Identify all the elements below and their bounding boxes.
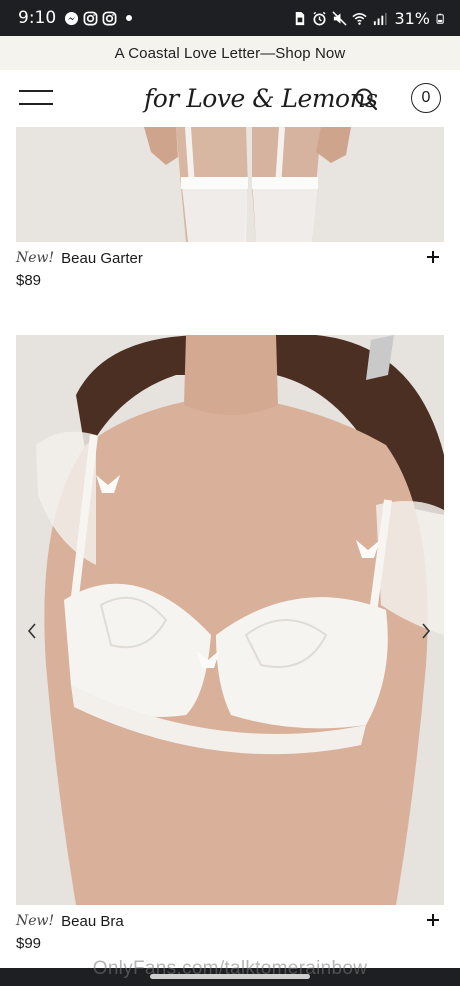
garter-photo: [16, 127, 444, 242]
instagram-icon: [83, 11, 98, 25]
alarm-icon: [313, 11, 326, 25]
instagram-icon: [102, 11, 117, 25]
product-title-row: New! Beau Garter: [16, 248, 444, 268]
new-badge: New!: [16, 250, 55, 266]
product-image-beau-bra[interactable]: [16, 335, 444, 905]
carousel-next-icon[interactable]: [418, 620, 434, 642]
brand-logo-text[interactable]: for Love & Lemons: [144, 84, 378, 113]
product-name[interactable]: Beau Bra: [61, 913, 124, 930]
signal-icon: [374, 12, 387, 25]
menu-icon[interactable]: [19, 90, 53, 106]
carousel-prev-icon[interactable]: [24, 620, 40, 642]
battery-icon: [436, 13, 444, 24]
sim-icon: [296, 11, 305, 25]
product-image-beau-garter[interactable]: [16, 127, 444, 242]
promo-banner[interactable]: A Coastal Love Letter—Shop Now: [0, 36, 460, 70]
watermark: OnlyFans.com/talktomerainbow: [92, 958, 368, 979]
add-to-bag-plus-icon[interactable]: [424, 248, 442, 266]
add-to-bag-plus-icon[interactable]: [424, 911, 442, 929]
cart-button[interactable]: 0: [411, 83, 441, 113]
mute-icon: [332, 10, 348, 26]
cart-count[interactable]: 0: [422, 89, 431, 107]
site-header: for Love & Lemons 0: [0, 70, 460, 127]
wifi-icon: [352, 12, 367, 25]
status-bar: 9:10 31%: [0, 0, 460, 36]
battery-percent: 31%: [394, 8, 430, 28]
bra-photo: [16, 335, 444, 905]
search-icon[interactable]: [353, 86, 379, 112]
messenger-icon: [65, 11, 79, 25]
product-name[interactable]: Beau Garter: [61, 250, 143, 267]
product-title-row: New! Beau Bra: [16, 911, 444, 931]
more-notifications-dot: [126, 15, 133, 21]
promo-text[interactable]: A Coastal Love Letter—Shop Now: [115, 45, 346, 62]
status-time: 9:10: [18, 8, 57, 28]
new-badge: New!: [16, 913, 55, 929]
notification-icons: [64, 11, 133, 26]
brand-logo[interactable]: for Love & Lemons: [140, 80, 378, 118]
product-price: $99: [16, 935, 42, 952]
system-icons: 31%: [292, 9, 446, 28]
product-price: $89: [16, 272, 42, 289]
